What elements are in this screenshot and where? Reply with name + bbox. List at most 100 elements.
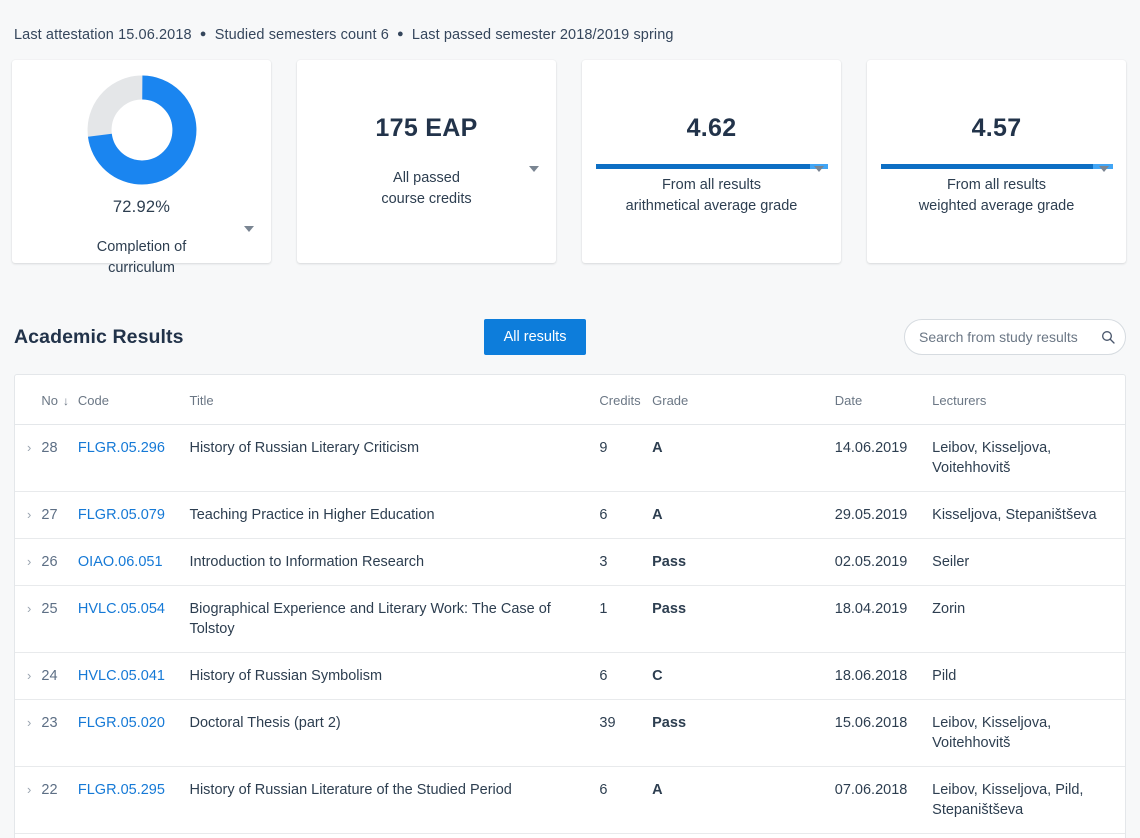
course-code-link[interactable]: HVLC.05.041	[78, 668, 165, 684]
cell-no: 21	[41, 834, 78, 838]
arithmetical-average-grade-card[interactable]: 4.62 From all results arithmetical avera…	[582, 60, 841, 263]
cell-date: 25.05.2018	[835, 834, 932, 838]
arithmetical-label-line2: arithmetical average grade	[625, 198, 798, 214]
cell-no: 23	[41, 699, 78, 767]
cell-code: OIAO.06.051	[77, 538, 190, 586]
cell-code: HVLC.05.041	[77, 652, 190, 700]
search-box[interactable]	[904, 319, 1126, 355]
cell-credits: 6	[599, 491, 653, 539]
academic-results-table-card: No ↓ Code Title Credits Grade Date Lectur…	[14, 374, 1126, 838]
cell-credits: 6	[599, 766, 653, 834]
cell-lecturers: Kisseljova, Stepaništševa	[932, 491, 1125, 539]
table-row[interactable]: › 22 FLGR.05.295 History of Russian Literat…	[15, 766, 1125, 834]
page-title: Academic Results	[14, 325, 184, 348]
chevron-down-icon[interactable]	[244, 226, 254, 232]
cell-no: 28	[41, 424, 78, 492]
course-code-link[interactable]: FLGR.05.079	[78, 507, 165, 523]
cell-code: FLGR.05.295	[77, 766, 190, 834]
donut-svg	[87, 75, 196, 185]
weighted-label: From all results weighted average grade	[919, 175, 1075, 217]
course-code-link[interactable]: FLGR.05.020	[78, 715, 165, 731]
all-results-button[interactable]: All results	[483, 318, 587, 356]
weighted-value: 4.57	[971, 114, 1022, 142]
credits-label: All passed course credits	[381, 168, 471, 210]
academic-results-table: No ↓ Code Title Credits Grade Date Lectur…	[15, 375, 1125, 838]
header-code[interactable]: Code	[77, 375, 190, 425]
cell-grade: Pass	[652, 699, 835, 767]
search-icon[interactable]	[1100, 329, 1116, 345]
expand-row-icon[interactable]: ›	[15, 652, 42, 700]
chevron-down-icon[interactable]	[529, 166, 539, 172]
last-passed-semester-text: Last passed semester 2018/2019 spring	[411, 27, 674, 43]
expand-row-icon[interactable]: ›	[15, 585, 42, 653]
cell-code: FLGR.05.294	[78, 834, 190, 838]
expand-row-icon[interactable]: ›	[15, 766, 42, 834]
cell-code: HVLC.05.054	[77, 585, 190, 653]
completion-percent-value: 72.92%	[112, 198, 171, 216]
arithmetical-value: 4.62	[686, 114, 737, 142]
header-title[interactable]: Title	[189, 375, 600, 425]
summary-separator-2: ●	[397, 28, 404, 40]
table-row[interactable]: ›21FLGR.05.294Methods and Issues of the …	[15, 834, 1125, 838]
all-passed-credits-card[interactable]: 175 EAP All passed course credits	[297, 60, 556, 263]
header-date[interactable]: Date	[834, 375, 933, 425]
cell-title: History of Russian Literary Criticism	[189, 424, 600, 492]
cell-no: 24	[41, 652, 78, 700]
cell-lecturers: Zorin	[932, 585, 1125, 653]
cell-grade: A	[652, 766, 835, 834]
table-row[interactable]: › 27 FLGR.05.079 Teaching Practice in Highe…	[15, 491, 1125, 539]
expand-row-icon[interactable]: ›	[15, 424, 42, 492]
weighted-average-grade-card[interactable]: 4.57 From all results weighted average g…	[867, 60, 1126, 263]
table-row[interactable]: › 24 HVLC.05.041 History of Russian Symboli…	[15, 652, 1125, 700]
header-no[interactable]: No ↓	[41, 375, 78, 425]
table-row[interactable]: › 25 HVLC.05.054 Biographical Experience an…	[15, 585, 1125, 653]
sort-down-icon[interactable]: ↓	[63, 394, 69, 408]
arithmetical-label: From all results arithmetical average gr…	[626, 175, 798, 217]
expand-row-icon[interactable]: ›	[15, 491, 42, 539]
completion-of-curriculum-card[interactable]: 72.92% Completion of curriculum	[12, 60, 271, 276]
table-row[interactable]: › 23 FLGR.05.020 Doctoral Thesis (part 2) 39…	[15, 699, 1125, 767]
cell-grade: Pass	[652, 538, 835, 586]
credits-label-line2: course credits	[381, 191, 472, 207]
cell-no: 27	[41, 491, 78, 539]
cell-title: Introduction to Information Research	[189, 538, 600, 586]
cell-grade: A	[652, 424, 835, 492]
course-code-link[interactable]: FLGR.05.295	[78, 782, 165, 798]
course-code-link[interactable]: OIAO.06.051	[78, 554, 163, 570]
table-body: › 28 FLGR.05.296 History of Russian Literar…	[15, 424, 1125, 838]
cell-title: Methods and Issues of the Contemporary L…	[189, 834, 599, 838]
chevron-down-icon[interactable]	[814, 166, 824, 172]
weighted-label-line1: From all results	[946, 177, 1047, 193]
table-row[interactable]: › 28 FLGR.05.296 History of Russian Literar…	[15, 424, 1125, 492]
course-code-link[interactable]: HVLC.05.054	[78, 601, 165, 617]
cell-grade: A	[652, 834, 835, 838]
weighted-label-line2: weighted average grade	[918, 198, 1075, 214]
cell-title: Doctoral Thesis (part 2)	[189, 699, 600, 767]
cell-date: 14.06.2019	[834, 424, 933, 492]
table-row[interactable]: › 26 OIAO.06.051 Introduction to Informatio…	[15, 538, 1125, 586]
cell-date: 15.06.2018	[834, 699, 933, 767]
cell-lecturers: Leibov	[932, 834, 1125, 838]
summary-separator-1: ●	[199, 28, 207, 40]
header-grade[interactable]: Grade	[652, 375, 835, 425]
cell-title: History of Russian Symbolism	[189, 652, 600, 700]
expand-row-icon[interactable]: ›	[15, 538, 42, 586]
cell-title: History of Russian Literature of the Stu…	[189, 766, 600, 834]
completion-donut-chart	[86, 74, 198, 191]
cell-lecturers: Pild	[932, 652, 1125, 700]
expand-row-icon[interactable]: ›	[15, 834, 41, 838]
chevron-down-icon[interactable]	[1099, 166, 1109, 172]
cell-no: 22	[41, 766, 78, 834]
credits-label-line1: All passed	[393, 170, 460, 186]
last-attestation-text: Last attestation 15.06.2018	[14, 27, 192, 43]
arithmetical-progress-bar	[595, 164, 828, 169]
cell-grade: C	[652, 652, 835, 700]
cell-code: FLGR.05.020	[77, 699, 190, 767]
header-credits[interactable]: Credits	[599, 375, 653, 425]
header-lecturers[interactable]: Lecturers	[932, 375, 1125, 425]
completion-label: Completion of curriculum	[97, 237, 186, 279]
course-code-link[interactable]: FLGR.05.296	[78, 440, 165, 456]
search-input[interactable]	[919, 329, 1100, 345]
expand-row-icon[interactable]: ›	[15, 699, 42, 767]
table-header: No ↓ Code Title Credits Grade Date Lectur…	[15, 375, 1125, 425]
